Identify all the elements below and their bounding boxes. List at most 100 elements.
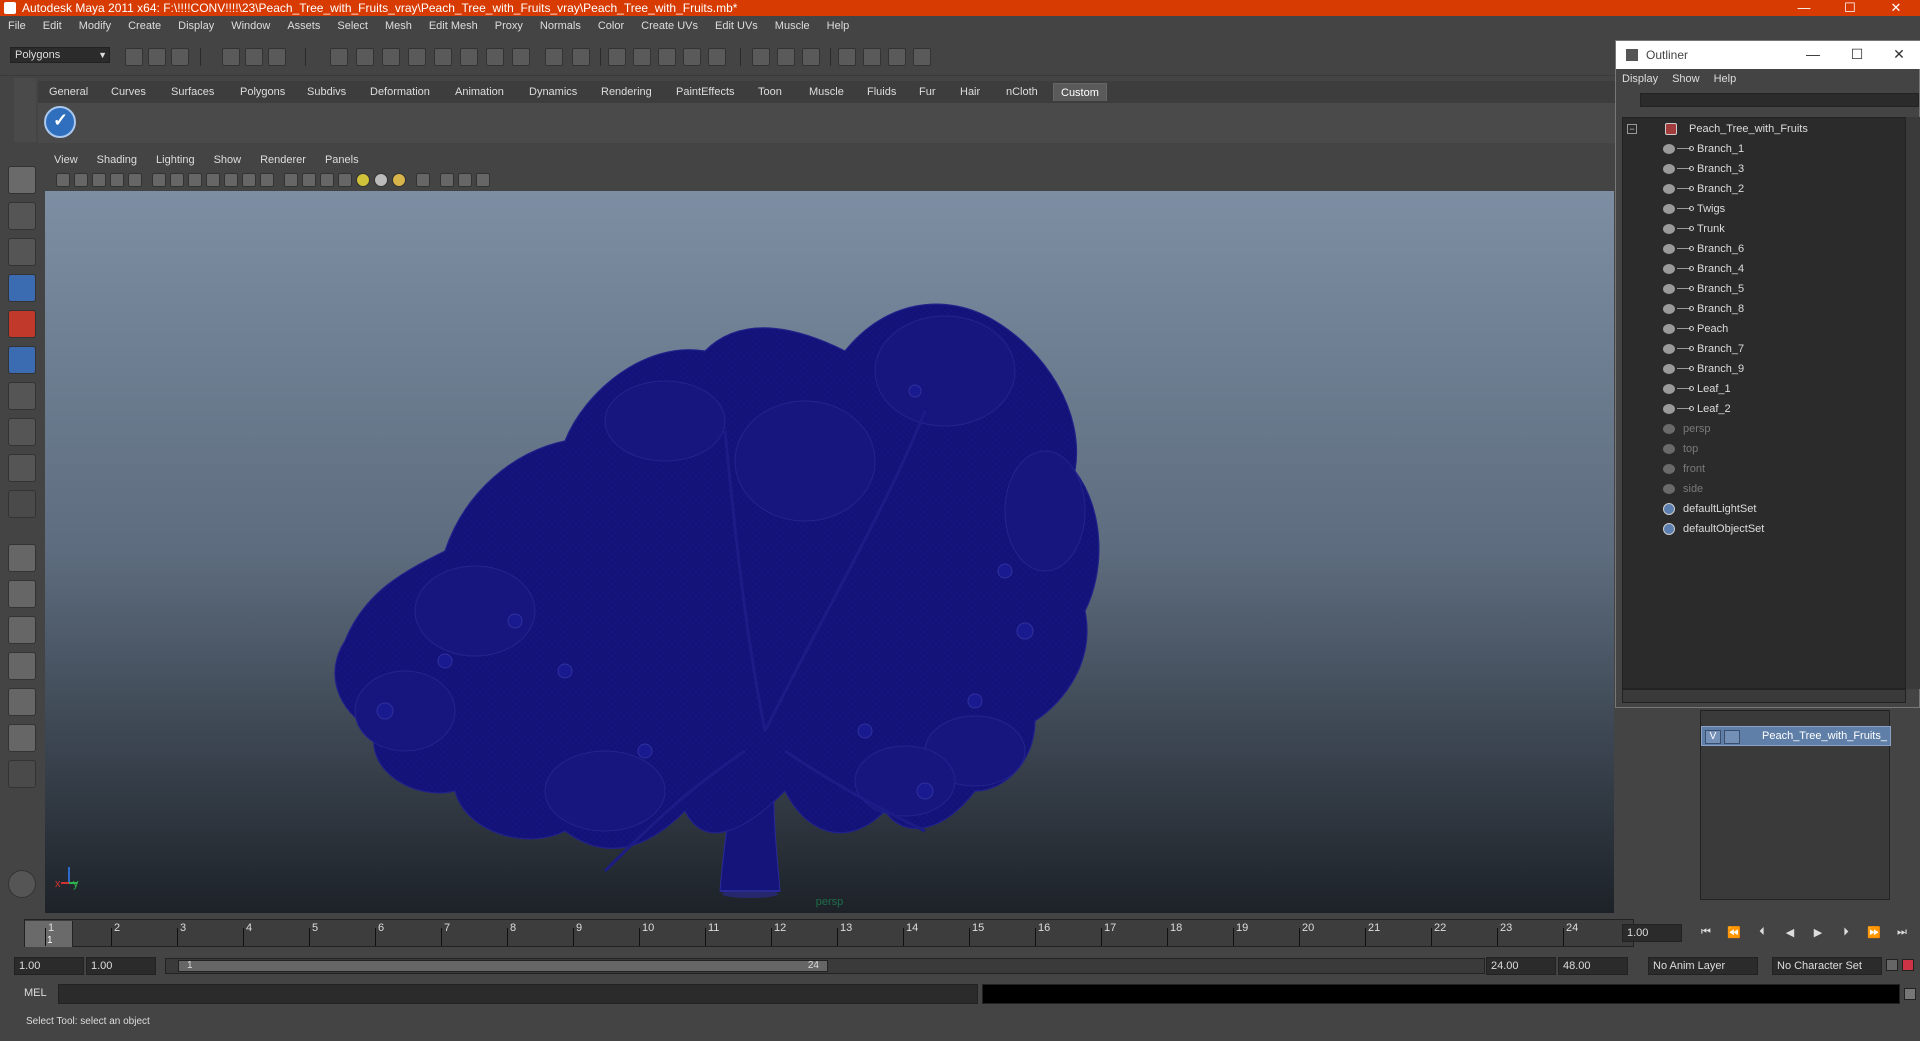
single-perspective-layout-icon[interactable] (8, 544, 36, 572)
tab-hair[interactable]: Hair (953, 83, 987, 101)
range-slider[interactable]: 1 24 (165, 958, 1485, 974)
menu-set-dropdown[interactable]: Polygons ▼ (10, 47, 110, 63)
outliner-menu-display[interactable]: Display (1622, 73, 1658, 85)
minimize-button[interactable]: — (1781, 0, 1827, 16)
tab-muscle[interactable]: Muscle (802, 83, 851, 101)
outliner-menu-show[interactable]: Show (1672, 73, 1700, 85)
input-ops-icon[interactable] (752, 48, 770, 66)
outliner-camera-item[interactable]: persp (1623, 420, 1905, 438)
smooth-shade-icon[interactable] (302, 173, 316, 187)
outliner-camera-item[interactable]: front (1623, 460, 1905, 478)
safe-action-icon[interactable] (242, 173, 256, 187)
tab-fluids[interactable]: Fluids (860, 83, 903, 101)
play-backwards-button[interactable]: ◀ (1782, 926, 1798, 940)
tab-surfaces[interactable]: Surfaces (164, 83, 221, 101)
persp-graph-hypershade-layout-icon[interactable] (8, 724, 36, 752)
viewport-menu-lighting[interactable]: Lighting (156, 154, 195, 166)
paint-select-tool-icon[interactable] (8, 238, 36, 266)
animation-end-field[interactable]: 48.00 (1558, 957, 1628, 975)
mask-misc-icon[interactable] (512, 48, 530, 66)
snap-point-icon[interactable] (658, 48, 676, 66)
command-input[interactable] (58, 984, 978, 1004)
tab-general[interactable]: General (42, 83, 95, 101)
construction-history-icon[interactable] (802, 48, 820, 66)
film-gate-icon[interactable] (170, 173, 184, 187)
tab-ncloth[interactable]: nCloth (999, 83, 1045, 101)
layer-display-type-toggle[interactable] (1724, 730, 1740, 744)
select-by-component-icon[interactable] (268, 48, 286, 66)
tab-rendering[interactable]: Rendering (594, 83, 659, 101)
last-tool-icon[interactable] (8, 490, 36, 518)
select-by-object-icon[interactable] (245, 48, 263, 66)
outliner-set-item[interactable]: defaultLightSet (1623, 500, 1905, 518)
step-back-frame-button[interactable]: ⏴ (1754, 926, 1770, 940)
menu-assets[interactable]: Assets (287, 20, 320, 32)
scale-tool-icon[interactable] (8, 346, 36, 374)
outliner-vertical-scrollbar[interactable] (1906, 117, 1920, 689)
outliner-item[interactable]: Leaf_1 (1623, 380, 1905, 398)
menu-select[interactable]: Select (337, 20, 368, 32)
mask-render-icon[interactable] (486, 48, 504, 66)
outliner-item[interactable]: Branch_8 (1623, 300, 1905, 318)
character-set-dropdown[interactable]: No Character Set (1772, 957, 1882, 975)
play-forwards-button[interactable]: ▶ (1810, 926, 1826, 940)
wireframe-on-shaded-icon[interactable] (320, 173, 334, 187)
go-to-end-button[interactable]: ⏭ (1894, 926, 1910, 940)
xray-icon[interactable] (440, 173, 454, 187)
key-icon[interactable] (1886, 959, 1898, 971)
select-by-hierarchy-icon[interactable] (222, 48, 240, 66)
four-view-layout-icon[interactable] (8, 580, 36, 608)
outliner-item[interactable]: Branch_4 (1623, 260, 1905, 278)
playback-start-field[interactable]: 1.00 (86, 957, 156, 975)
display-layer-row[interactable]: V Peach_Tree_with_Fruits_ (1701, 726, 1891, 746)
isolate-select-icon[interactable] (416, 173, 430, 187)
collapse-icon[interactable]: − (1627, 124, 1637, 134)
outliner-item[interactable]: Branch_3 (1623, 160, 1905, 178)
menu-edit-uvs[interactable]: Edit UVs (715, 20, 758, 32)
snap-curve-icon[interactable] (633, 48, 651, 66)
playback-end-field[interactable]: 24.00 (1486, 957, 1556, 975)
outliner-menu-help[interactable]: Help (1714, 73, 1737, 85)
tab-animation[interactable]: Animation (448, 83, 511, 101)
outliner-item[interactable]: Branch_6 (1623, 240, 1905, 258)
menu-color[interactable]: Color (598, 20, 624, 32)
viewport-menu-view[interactable]: View (54, 154, 78, 166)
lock-selection-icon[interactable] (545, 48, 563, 66)
open-scene-icon[interactable] (148, 48, 166, 66)
layer-visibility-toggle[interactable]: V (1705, 730, 1721, 744)
image-plane-icon[interactable] (110, 173, 124, 187)
menu-edit-mesh[interactable]: Edit Mesh (429, 20, 478, 32)
tab-subdivs[interactable]: Subdivs (300, 83, 353, 101)
perspective-viewport[interactable]: x y persp (45, 191, 1614, 913)
default-lighting-icon[interactable] (356, 173, 370, 187)
script-editor-icon[interactable] (1904, 988, 1916, 1000)
viewport-menu-renderer[interactable]: Renderer (260, 154, 306, 166)
outliner-item[interactable]: Leaf_2 (1623, 400, 1905, 418)
mask-handle-icon[interactable] (330, 48, 348, 66)
outliner-item[interactable]: Trunk (1623, 220, 1905, 238)
anim-layer-dropdown[interactable]: No Anim Layer (1648, 957, 1758, 975)
current-time-field[interactable]: 1.00 (1622, 924, 1682, 942)
outliner-camera-item[interactable]: top (1623, 440, 1905, 458)
menu-normals[interactable]: Normals (540, 20, 581, 32)
lasso-tool-icon[interactable] (8, 202, 36, 230)
close-button[interactable]: ✕ (1873, 0, 1919, 16)
backface-culling-icon[interactable] (476, 173, 490, 187)
step-forward-frame-button[interactable]: ⏵ (1838, 926, 1854, 940)
render-settings-icon[interactable] (913, 48, 931, 66)
make-live-icon[interactable] (708, 48, 726, 66)
time-slider-track[interactable]: 1 1 2 3 4 5 6 7 8 9 10 11 12 13 14 15 16 17 18 19 20 21 22 23 2… (24, 919, 1634, 947)
resolution-gate-icon[interactable] (188, 173, 202, 187)
mask-surface-icon[interactable] (408, 48, 426, 66)
outliner-root-item[interactable]: − Peach_Tree_with_Fruits (1623, 120, 1905, 138)
2d-pan-zoom-icon[interactable] (128, 173, 142, 187)
outliner-maximize-button[interactable]: ☐ (1835, 41, 1879, 69)
viewport-menu-panels[interactable]: Panels (325, 154, 359, 166)
render-frame-icon[interactable] (863, 48, 881, 66)
outliner-item[interactable]: Branch_7 (1623, 340, 1905, 358)
viewport-menu-shading[interactable]: Shading (97, 154, 137, 166)
outliner-item[interactable]: Twigs (1623, 200, 1905, 218)
xray-joints-icon[interactable] (458, 173, 472, 187)
snap-view-plane-icon[interactable] (683, 48, 701, 66)
move-tool-icon[interactable] (8, 274, 36, 302)
